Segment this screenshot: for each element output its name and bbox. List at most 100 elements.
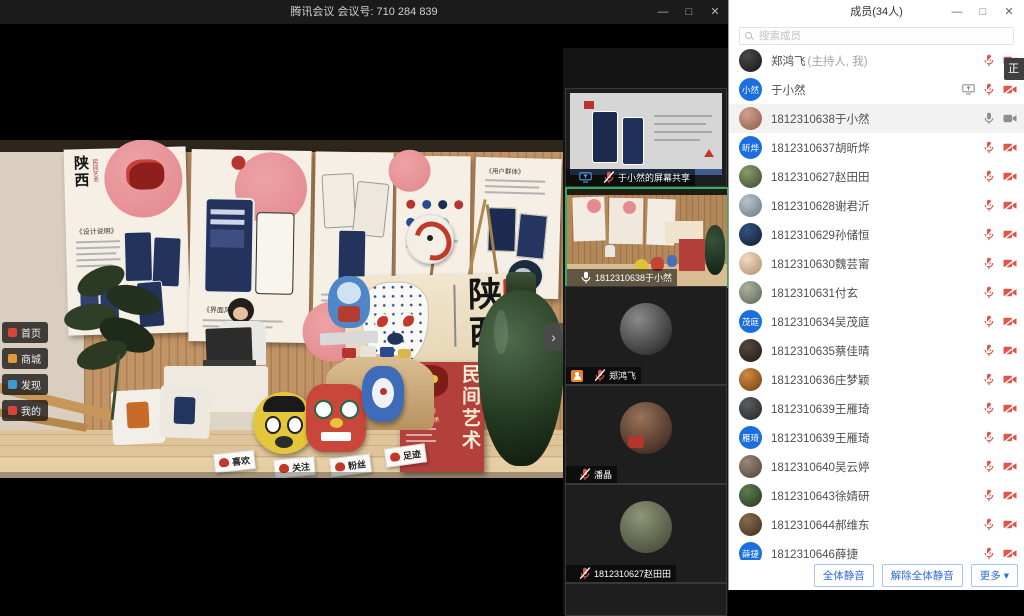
mic-icon-glyph: [983, 460, 995, 473]
mic-icon[interactable]: [983, 199, 995, 212]
camera-icon[interactable]: [1003, 258, 1017, 269]
member-row[interactable]: 雁琦 1812310639王雁琦: [729, 423, 1024, 452]
camera-icon[interactable]: [1003, 316, 1017, 327]
member-row[interactable]: 薛捷 1812310646薛捷: [729, 539, 1024, 560]
camera-icon[interactable]: [1003, 113, 1017, 124]
camera-icon-glyph: [1003, 258, 1017, 269]
camera-icon-glyph: [1003, 171, 1017, 182]
member-row[interactable]: 郑鸿飞 (主持人, 我): [729, 46, 1024, 75]
thumbnail-label: 1812310627赵田田: [566, 565, 676, 582]
menu-chip-label: 我的: [21, 403, 41, 418]
phone-screen-row: [211, 209, 245, 215]
maximize-button[interactable]: □: [680, 0, 698, 24]
minimize-button[interactable]: —: [948, 0, 966, 24]
pink-circle: [388, 150, 430, 192]
mic-icon-glyph: [983, 83, 995, 96]
close-button[interactable]: ✕: [706, 0, 724, 24]
collapse-panel-chevron[interactable]: ›: [544, 323, 563, 351]
camera-icon[interactable]: [1003, 403, 1017, 414]
main-video[interactable]: 陕西 民间艺术 《设计说明》 《界面风格》: [0, 140, 563, 478]
thumbnail-label-text: 郑鸿飞: [609, 369, 636, 382]
camera-icon[interactable]: [1003, 200, 1017, 211]
member-row[interactable]: 1812310629孙储恒: [729, 220, 1024, 249]
member-row[interactable]: 1812310643徐婧研: [729, 481, 1024, 510]
camera-icon[interactable]: [1003, 548, 1017, 559]
thumbnail-screen-share[interactable]: 于小然的屏幕共享: [565, 88, 727, 187]
minimize-button[interactable]: —: [654, 0, 672, 24]
member-row[interactable]: 1812310639王雁琦: [729, 394, 1024, 423]
member-row[interactable]: 1812310635蔡佳晴: [729, 336, 1024, 365]
meeting-title: 腾讯会议 会议号: 710 284 839: [0, 0, 728, 24]
icon-dot: [454, 200, 463, 209]
member-row[interactable]: 小然 于小然: [729, 75, 1024, 104]
mic-icon[interactable]: [983, 518, 995, 531]
avatar: 雁琦: [739, 426, 762, 449]
member-row[interactable]: 1812310631付玄: [729, 278, 1024, 307]
maximize-button[interactable]: □: [974, 0, 992, 24]
more-button[interactable]: 更多 ▾: [971, 564, 1018, 587]
thumbnail-room-video-selected[interactable]: 1812310638于小然: [565, 187, 729, 288]
mic-icon-glyph: [983, 344, 995, 357]
mic-icon[interactable]: [983, 257, 995, 270]
doc-text-line: [654, 139, 700, 141]
mic-icon[interactable]: [983, 170, 995, 183]
lion-nose: [330, 418, 343, 428]
close-button[interactable]: ✕: [1000, 0, 1018, 24]
member-list: 郑鸿飞 (主持人, 我) 小然 于小然: [729, 46, 1024, 560]
camera-icon[interactable]: [1003, 519, 1017, 530]
mic-icon[interactable]: [983, 431, 995, 444]
camera-icon[interactable]: [1003, 287, 1017, 298]
mic-icon[interactable]: [983, 286, 995, 299]
thumbnail-panjing[interactable]: 潘晶: [565, 385, 727, 484]
member-row[interactable]: 1812310644郝维东: [729, 510, 1024, 539]
member-row[interactable]: 1812310640吴云婷: [729, 452, 1024, 481]
camera-icon[interactable]: [1003, 432, 1017, 443]
mic-icon[interactable]: [983, 402, 995, 415]
mic-icon[interactable]: [983, 228, 995, 241]
mic-icon[interactable]: [983, 315, 995, 328]
mic-icon[interactable]: [983, 83, 995, 96]
camera-icon[interactable]: [1003, 461, 1017, 472]
camera-icon[interactable]: [1003, 345, 1017, 356]
unmute-all-button[interactable]: 解除全体静音: [882, 564, 963, 587]
mini-pink-dot: [587, 199, 601, 213]
camera-icon[interactable]: [1003, 84, 1017, 95]
mini-pillow: [667, 255, 677, 267]
member-row[interactable]: 茂庭 1812310634吴茂庭: [729, 307, 1024, 336]
thumbnail-zhaotiantian[interactable]: 1812310627赵田田: [565, 484, 727, 583]
member-name: 1812310629孙储恒: [771, 227, 869, 243]
poster1-header: 《设计说明》: [76, 226, 118, 237]
camera-icon-glyph: [1003, 403, 1017, 414]
camera-icon[interactable]: [1003, 142, 1017, 153]
thumbnail-zhenghongfei[interactable]: 郑鸿飞: [565, 286, 727, 385]
search-input[interactable]: [757, 29, 1001, 43]
member-row[interactable]: 昕烨 1812310637胡昕烨: [729, 133, 1024, 162]
thumbnail-partial[interactable]: [565, 583, 727, 616]
member-row[interactable]: 1812310628谢君沂: [729, 191, 1024, 220]
member-row[interactable]: 1812310638于小然: [729, 104, 1024, 133]
camera-icon-glyph: [1003, 200, 1017, 211]
camera-icon[interactable]: [1003, 490, 1017, 501]
camera-icon[interactable]: [1003, 374, 1017, 385]
mic-icon[interactable]: [983, 489, 995, 502]
phone-outline: [255, 212, 294, 295]
text-line: [76, 246, 120, 249]
mic-icon[interactable]: [983, 373, 995, 386]
mic-icon[interactable]: [983, 141, 995, 154]
mic-icon[interactable]: [983, 344, 995, 357]
member-row[interactable]: 1812310627赵田田: [729, 162, 1024, 191]
member-row[interactable]: 1812310630魏芸甯: [729, 249, 1024, 278]
thumbnail-label: 于小然的屏幕共享: [566, 169, 695, 186]
mic-icon[interactable]: [983, 112, 995, 125]
member-search-box[interactable]: [739, 27, 1014, 45]
member-row[interactable]: 1812310636庄梦颖: [729, 365, 1024, 394]
camera-icon[interactable]: [1003, 171, 1017, 182]
mic-icon[interactable]: [983, 460, 995, 473]
mute-all-button[interactable]: 全体静音: [814, 564, 874, 587]
mic-icon[interactable]: [983, 54, 995, 67]
avatar: [739, 455, 762, 478]
participant-avatar: [620, 402, 672, 454]
camera-icon[interactable]: [1003, 229, 1017, 240]
member-name: 1812310636庄梦颖: [771, 372, 869, 388]
mic-icon[interactable]: [983, 547, 995, 560]
